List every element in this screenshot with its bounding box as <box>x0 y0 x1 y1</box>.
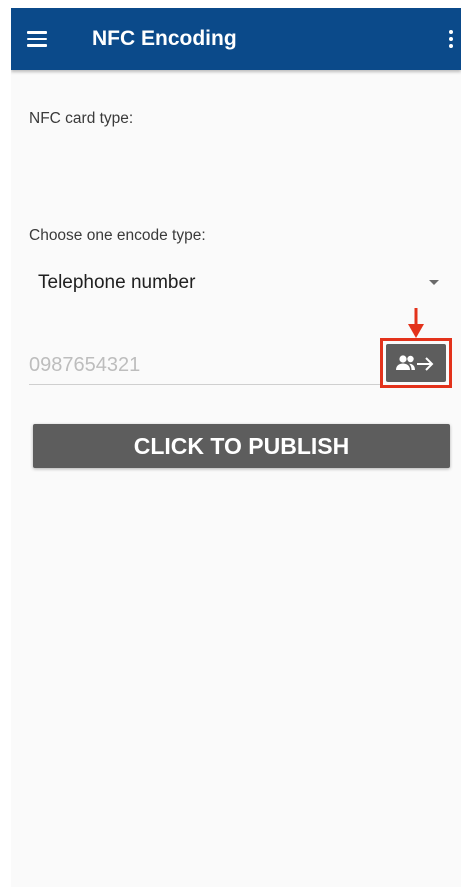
encode-type-label: Choose one encode type: <box>29 227 206 244</box>
contacts-arrow-icon <box>396 355 434 371</box>
dropdown-caret-icon <box>429 280 439 285</box>
encode-type-dropdown[interactable]: Telephone number <box>29 268 439 298</box>
app-bar: NFC Encoding <box>11 8 461 70</box>
overflow-menu-icon[interactable] <box>445 26 457 52</box>
app-screen: NFC Encoding NFC card type: Choose one e… <box>11 8 461 887</box>
menu-icon[interactable] <box>27 25 55 53</box>
contact-picker-button[interactable] <box>386 344 446 382</box>
encode-type-selected: Telephone number <box>38 272 196 293</box>
card-type-label: NFC card type: <box>29 110 134 127</box>
phone-number-input[interactable] <box>29 346 381 385</box>
publish-button[interactable]: CLICK TO PUBLISH <box>33 424 450 468</box>
down-arrow-icon <box>408 308 424 338</box>
app-title: NFC Encoding <box>92 27 237 50</box>
